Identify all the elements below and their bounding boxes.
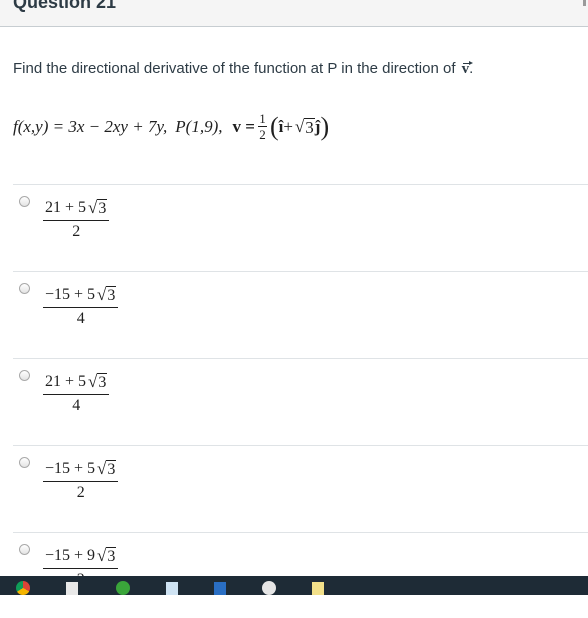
fraction-denominator: 4 [72,397,81,414]
sqrt-symbol: √ [294,116,305,136]
fraction-numerator: 21 + 5 √ 3 [43,373,109,391]
option-radio-button[interactable] [19,283,30,294]
header-edge-mark [583,0,586,6]
fraction-denominator: 4 [76,310,85,327]
yellow-app-icon[interactable] [312,582,324,595]
prompt-text: Find the directional derivative of the f… [13,60,456,77]
option-radio-button[interactable] [19,544,30,555]
option-fraction: 21 + 5 √ 3 4 [43,373,110,415]
prompt-vector: v [461,61,472,77]
formula-half: 1 2 [257,111,267,142]
question-header: Question 21 [0,0,588,27]
fraction-bar [43,307,119,308]
option-radio-button[interactable] [19,457,30,468]
option-fraction: −15 + 5 √ 3 4 [43,286,119,328]
formula-half-num: 1 [259,111,266,126]
green-app-icon[interactable] [116,581,130,595]
chrome-icon[interactable] [16,581,30,595]
blue-app-icon[interactable] [214,582,226,595]
option-radio-button[interactable] [19,196,30,207]
option-fraction: −15 + 5 √ 3 2 [43,460,119,502]
formula-point: P(1,9), [175,116,223,136]
formula-plus: + [283,116,293,136]
answer-option-4[interactable]: −15 + 5 √ 3 2 [0,445,588,531]
fraction-numerator: −15 + 9 √ 3 [43,547,118,565]
numerator-sqrt: √ 3 [97,285,117,304]
formula-function: f(x,y) = 3x − 2xy + 7y, [13,116,168,136]
numerator-sqrt: √ 3 [88,198,108,217]
option-fraction: 21 + 5 √ 3 2 [43,199,110,241]
formula-sqrt-radicand: 3 [304,117,315,137]
sqrt-radicand: 3 [97,373,108,391]
formula-half-den: 2 [259,127,266,142]
taskbar [0,576,588,595]
paint-app-icon[interactable] [262,581,276,595]
answer-option-5[interactable]: −15 + 9√32 [0,532,588,618]
formula-close-paren: ) [320,111,330,141]
sqrt-symbol: √ [88,372,98,391]
answer-option-2[interactable]: −15 + 5 √ 3 4 [0,271,588,357]
numerator-prefix: −15 + 5 [45,286,96,303]
sqrt-radicand: 3 [106,460,117,478]
option-radio-button[interactable] [19,370,30,381]
question-formula: f(x,y) = 3x − 2xy + 7y, P(1,9), v = 1 2 … [13,112,329,141]
numerator-prefix: 21 + 5 [45,199,87,216]
fraction-denominator: 2 [72,223,81,240]
fraction-numerator: −15 + 5 √ 3 [43,286,118,304]
fraction-numerator: 21 + 5 √ 3 [43,199,109,217]
sqrt-symbol: √ [88,198,98,217]
fraction-bar [43,220,110,221]
numerator-prefix: −15 + 5 [45,460,96,477]
folder-app-icon[interactable] [166,582,178,595]
fraction-numerator: −15 + 5 √ 3 [43,460,118,478]
fraction-bar [43,394,110,395]
question-prompt: Find the directional derivative of the f… [13,60,473,78]
sqrt-radicand: 3 [97,199,108,217]
sqrt-radicand: 3 [106,286,117,304]
file-explorer-icon[interactable] [66,582,78,595]
numerator-prefix: 21 + 5 [45,373,87,390]
numerator-sqrt: √ 3 [97,459,117,478]
numerator-sqrt: √ 3 [97,546,117,565]
answer-option-1[interactable]: 21 + 5 √ 3 2 [0,184,588,270]
fraction-denominator: 2 [76,484,85,501]
sqrt-symbol: √ [97,459,107,478]
sqrt-symbol: √ [97,285,107,304]
formula-open-paren: ( [269,111,279,141]
formula-vector: v = [232,116,255,136]
fraction-bar [43,481,119,482]
question-title: Question 21 [13,0,117,12]
numerator-prefix: −15 + 9 [45,547,96,564]
numerator-sqrt: √ 3 [88,372,108,391]
answer-option-3[interactable]: 21 + 5 √ 3 4 [0,358,588,444]
sqrt-radicand: 3 [106,547,117,565]
sqrt-symbol: √ [97,546,107,565]
fraction-bar [43,568,119,569]
formula-sqrt: √ 3 [294,116,315,137]
